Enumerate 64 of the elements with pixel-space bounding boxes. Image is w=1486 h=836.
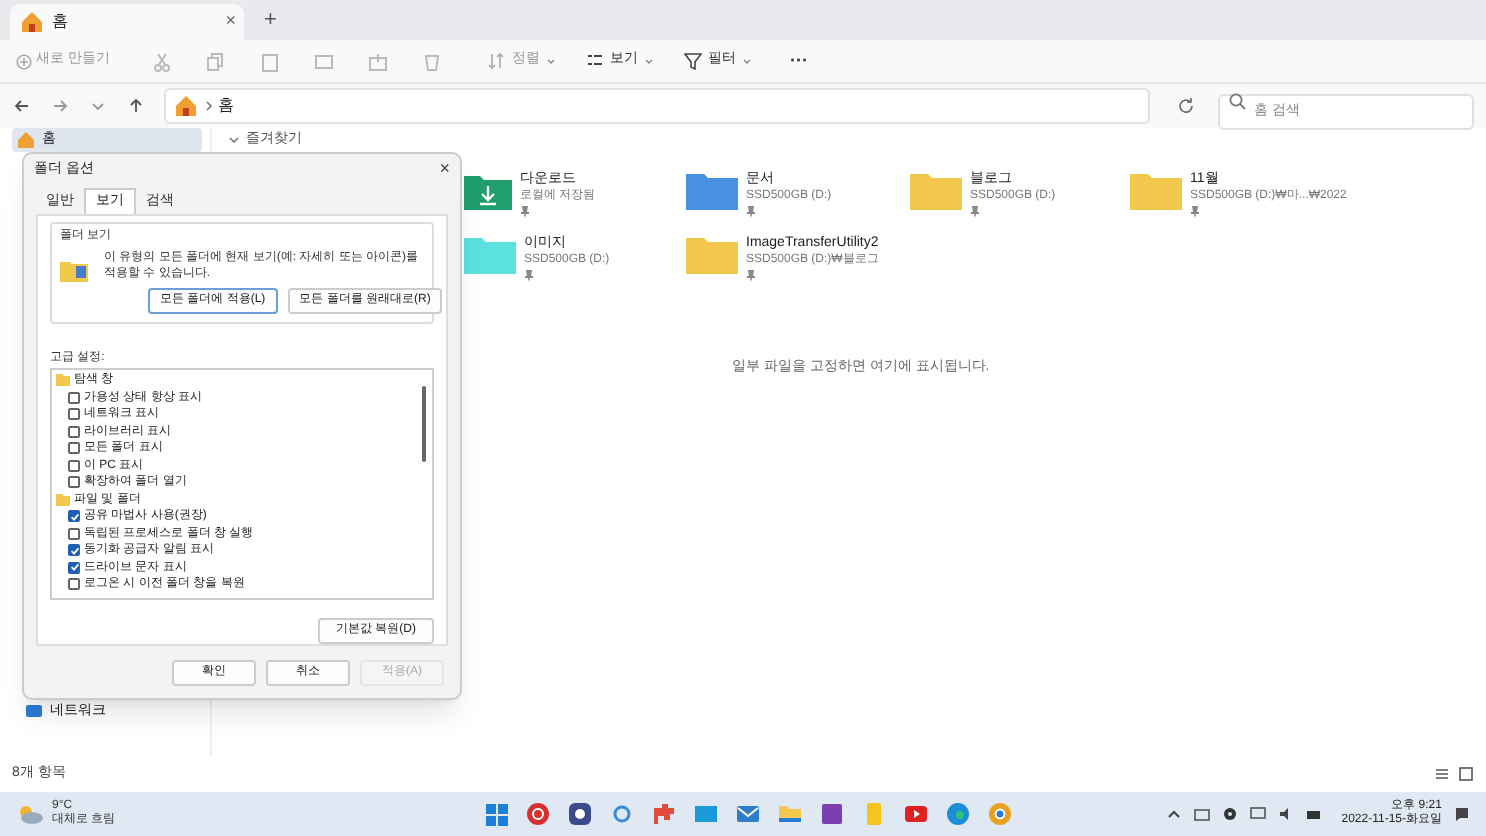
folder-icon <box>56 493 70 506</box>
list-icon <box>585 52 604 70</box>
checkbox[interactable] <box>68 561 80 574</box>
pin-icon <box>1190 206 1200 218</box>
puzzle-icon[interactable] <box>652 802 676 826</box>
folder-grid-icon <box>60 258 88 282</box>
new-tab-button[interactable]: + <box>264 3 277 36</box>
close-button[interactable]: × <box>439 156 450 184</box>
checkbox[interactable] <box>68 510 80 523</box>
window-tab[interactable]: 홈 × <box>10 4 244 40</box>
checkbox[interactable] <box>68 408 80 421</box>
speaker-icon[interactable] <box>1277 806 1294 822</box>
home-icon <box>172 92 200 120</box>
scrollbar-thumb[interactable] <box>422 386 426 462</box>
check-icon <box>69 511 79 522</box>
forward-arrow-icon[interactable] <box>50 96 70 116</box>
chevron-down-icon <box>643 57 654 65</box>
back-arrow-icon[interactable] <box>12 96 32 116</box>
chevron-down-icon <box>228 135 240 145</box>
filter-icon <box>683 52 702 70</box>
battery-icon[interactable] <box>1305 806 1322 822</box>
window-icon[interactable] <box>694 802 718 826</box>
pin-icon <box>520 206 530 218</box>
pin-icon <box>746 270 756 282</box>
mail-icon[interactable] <box>736 802 760 826</box>
browser-icon[interactable] <box>946 802 970 826</box>
folder-icon[interactable] <box>778 802 802 826</box>
sync-icon[interactable] <box>610 802 634 826</box>
checkbox[interactable] <box>68 459 80 472</box>
notification-icon[interactable] <box>1454 806 1470 822</box>
chevron-down-icon <box>545 57 556 65</box>
monitor-icon[interactable] <box>1249 806 1266 822</box>
chevron-down-icon <box>741 57 752 65</box>
folder-icon <box>56 374 70 387</box>
tiles-view-icon[interactable] <box>1458 766 1474 782</box>
sort-icon <box>487 52 506 70</box>
caret-up-icon[interactable] <box>1165 806 1182 822</box>
checkbox[interactable] <box>68 527 80 540</box>
home-icon <box>18 8 46 36</box>
checkbox[interactable] <box>68 476 80 489</box>
pin-icon <box>746 206 756 218</box>
up-arrow-icon[interactable] <box>126 96 146 116</box>
checkbox[interactable] <box>68 442 80 455</box>
details-view-icon[interactable] <box>1434 766 1450 782</box>
checkbox[interactable] <box>68 578 80 591</box>
monitor-icon <box>24 702 44 722</box>
power-icon[interactable] <box>526 802 550 826</box>
checkbox[interactable] <box>68 544 80 557</box>
checkbox[interactable] <box>68 425 80 438</box>
download-folder-icon[interactable] <box>464 170 512 210</box>
chevron-right-icon <box>204 100 214 112</box>
play-icon[interactable] <box>904 802 928 826</box>
windows-logo-icon[interactable] <box>486 803 508 825</box>
pin-icon <box>970 206 980 218</box>
address-field[interactable]: 홈 <box>164 88 1150 124</box>
checkbox[interactable] <box>68 391 80 404</box>
pin-icon <box>524 270 534 282</box>
search-icon <box>1228 92 1246 110</box>
close-tab-button[interactable]: × <box>225 8 236 36</box>
refresh-icon[interactable] <box>1176 96 1196 116</box>
plus-icon <box>16 53 32 69</box>
more-button[interactable]: ··· <box>789 47 808 75</box>
cloud-sun-icon <box>16 802 44 826</box>
tab-label: 홈 <box>52 10 70 34</box>
